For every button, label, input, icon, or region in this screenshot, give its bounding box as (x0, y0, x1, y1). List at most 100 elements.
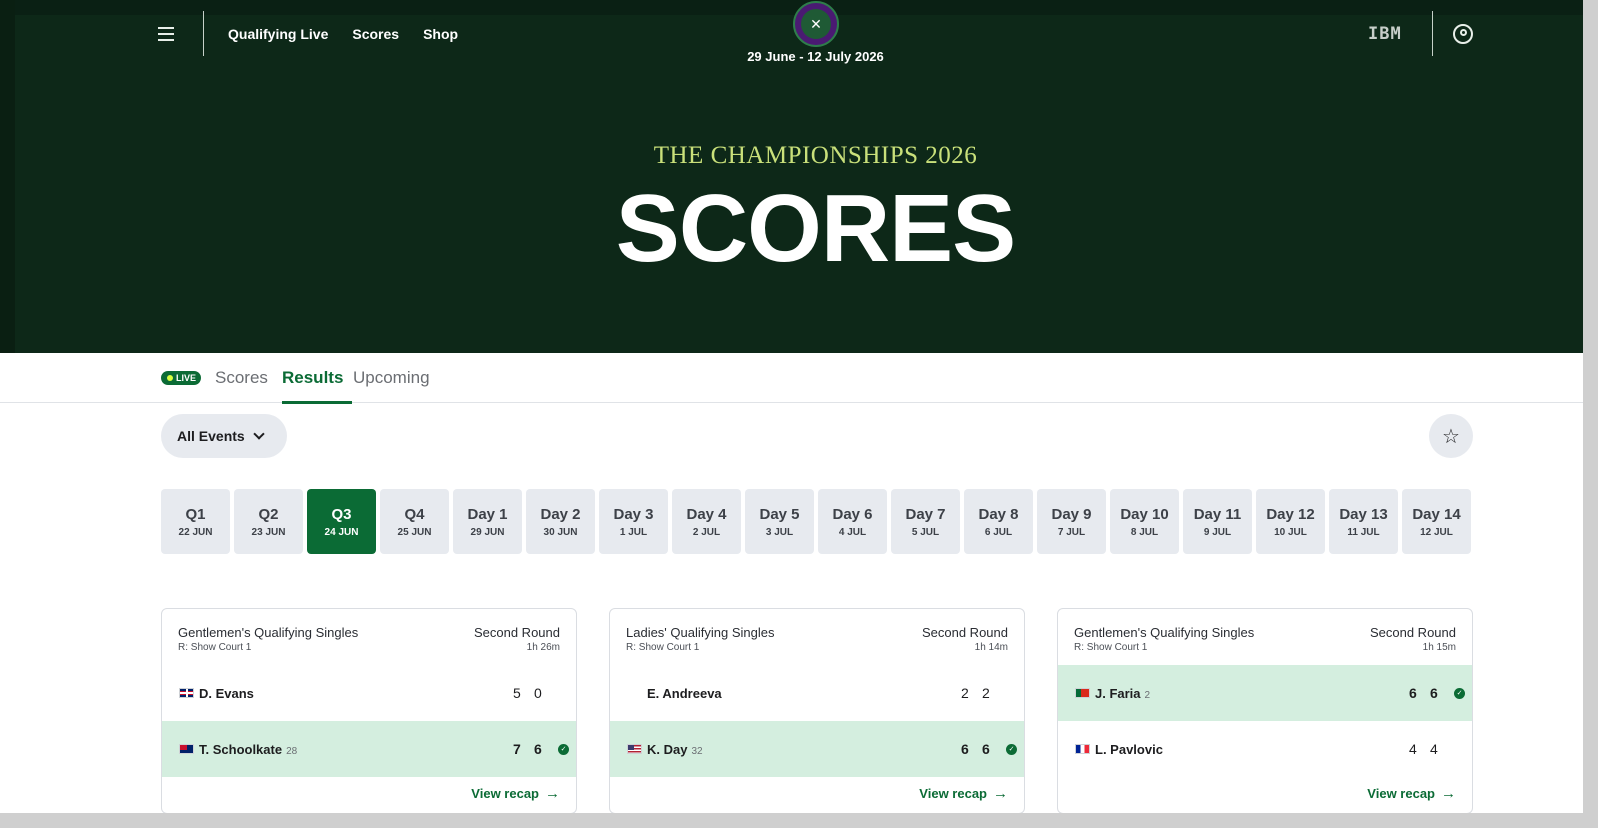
day-12[interactable]: Day 12 10 JUL (1256, 489, 1325, 554)
day-date: 6 JUL (984, 526, 1013, 538)
page: Qualifying Live Scores Shop ✕ 29 June - … (0, 0, 1583, 813)
player-name[interactable]: E. Andreeva (647, 686, 722, 701)
day-2[interactable]: Day 2 30 JUN (526, 489, 595, 554)
menu-button[interactable] (158, 22, 182, 46)
set-score: 4 (1409, 741, 1417, 757)
tab-upcoming[interactable]: Upcoming (353, 368, 430, 388)
chevron-down-icon (253, 428, 265, 440)
player-row-winner: K. Day 32 6 6 ✓ (610, 721, 1024, 777)
ibm-logo[interactable]: IBM (1368, 24, 1402, 44)
match-card[interactable]: Gentlemen's Qualifying Singles R: Show C… (161, 608, 577, 813)
day-label: Day 14 (1412, 505, 1461, 523)
crossed-rackets-icon: ✕ (801, 9, 831, 39)
active-tab-indicator (282, 401, 352, 404)
player-name[interactable]: D. Evans (199, 686, 254, 701)
player-row-winner: T. Schoolkate 28 7 6 ✓ (162, 721, 576, 777)
day-date: 4 JUL (838, 526, 867, 538)
winner-check-icon: ✓ (1006, 743, 1017, 755)
match-court: R: Show Court 1 (1074, 642, 1148, 653)
player-seed: 2 (1144, 689, 1151, 701)
day-date: 22 JUN (178, 526, 213, 538)
match-duration: 1h 26m (526, 642, 560, 653)
day-q3[interactable]: Q3 24 JUN (307, 489, 376, 554)
player-name[interactable]: J. Faria 2 (1095, 686, 1150, 701)
arrow-right-icon: → (993, 785, 1008, 802)
view-recap-link[interactable]: View recap → (471, 785, 560, 802)
arrow-right-icon: → (545, 785, 560, 802)
flag-pt-icon (1075, 688, 1090, 698)
hero-header: Qualifying Live Scores Shop ✕ 29 June - … (0, 0, 1583, 353)
day-label: Day 6 (832, 505, 873, 523)
flag-us-icon (627, 744, 642, 754)
day-date: 9 JUL (1203, 526, 1232, 538)
day-9[interactable]: Day 9 7 JUL (1037, 489, 1106, 554)
player-name-text: J. Faria (1095, 685, 1141, 701)
day-label: Q3 (331, 505, 352, 523)
match-card[interactable]: Ladies' Qualifying Singles R: Show Court… (609, 608, 1025, 813)
day-6[interactable]: Day 6 4 JUL (818, 489, 887, 554)
day-1[interactable]: Day 1 29 JUN (453, 489, 522, 554)
set-score: 2 (982, 685, 990, 701)
day-q1[interactable]: Q1 22 JUN (161, 489, 230, 554)
match-round: Second Round (1369, 625, 1456, 640)
menu-icon-bar (158, 39, 174, 41)
favourites-button[interactable]: ☆ (1429, 414, 1473, 458)
view-recap-label: View recap (1367, 786, 1435, 801)
day-q2[interactable]: Q2 23 JUN (234, 489, 303, 554)
day-label: Day 7 (905, 505, 946, 523)
day-date: 10 JUL (1274, 526, 1307, 538)
player-name-text: K. Day (647, 741, 688, 757)
day-q4[interactable]: Q4 25 JUN (380, 489, 449, 554)
day-label: Day 3 (613, 505, 654, 523)
day-date: 30 JUN (543, 526, 578, 538)
match-card[interactable]: Gentlemen's Qualifying Singles R: Show C… (1057, 608, 1473, 813)
nav-link-scores[interactable]: Scores (352, 26, 399, 42)
set-score: 6 (961, 741, 969, 757)
day-14[interactable]: Day 14 12 JUL (1402, 489, 1471, 554)
player-seed: 28 (286, 745, 298, 757)
day-date: 24 JUN (324, 526, 359, 538)
nav-divider (1432, 11, 1433, 56)
day-date: 23 JUN (251, 526, 286, 538)
menu-icon-bar (158, 27, 174, 29)
nav-link-qualifying-live[interactable]: Qualifying Live (228, 26, 328, 42)
player-seed: 32 (691, 745, 703, 757)
tournament-dates: 29 June - 12 July 2026 (747, 49, 884, 64)
tab-results[interactable]: Results (282, 368, 343, 388)
day-4[interactable]: Day 4 2 JUL (672, 489, 741, 554)
view-recap-label: View recap (471, 786, 539, 801)
match-court: R: Show Court 1 (178, 642, 252, 653)
day-11[interactable]: Day 11 9 JUL (1183, 489, 1252, 554)
view-recap-link[interactable]: View recap → (919, 785, 1008, 802)
account-icon[interactable] (1453, 24, 1473, 44)
view-recap-link[interactable]: View recap → (1367, 785, 1456, 802)
events-dropdown[interactable]: All Events (161, 414, 287, 458)
events-dropdown-label: All Events (177, 428, 245, 444)
match-event: Ladies' Qualifying Singles (626, 625, 775, 640)
set-score: 7 (513, 741, 521, 757)
player-row: D. Evans 5 0 (162, 665, 576, 721)
menu-icon-bar (158, 33, 174, 35)
day-7[interactable]: Day 7 5 JUL (891, 489, 960, 554)
day-date: 3 JUL (765, 526, 794, 538)
day-5[interactable]: Day 5 3 JUL (745, 489, 814, 554)
player-name[interactable]: K. Day 32 (647, 742, 703, 757)
set-score: 6 (1409, 685, 1417, 701)
set-score: 2 (961, 685, 969, 701)
day-label: Q1 (185, 505, 206, 523)
player-name[interactable]: T. Schoolkate 28 (199, 742, 297, 757)
day-3[interactable]: Day 3 1 JUL (599, 489, 668, 554)
day-label: Day 11 (1193, 505, 1242, 523)
day-13[interactable]: Day 13 11 JUL (1329, 489, 1398, 554)
day-10[interactable]: Day 10 8 JUL (1110, 489, 1179, 554)
player-row: E. Andreeva 2 2 (610, 665, 1024, 721)
wimbledon-logo[interactable]: ✕ (793, 1, 839, 47)
day-label: Day 4 (686, 505, 727, 523)
tab-scores[interactable]: Scores (215, 368, 268, 388)
match-event: Gentlemen's Qualifying Singles (1074, 625, 1255, 640)
player-name[interactable]: L. Pavlovic (1095, 742, 1163, 757)
day-8[interactable]: Day 8 6 JUL (964, 489, 1033, 554)
day-label: Day 13 (1339, 505, 1388, 523)
day-date: 7 JUL (1057, 526, 1086, 538)
nav-link-shop[interactable]: Shop (423, 26, 458, 42)
